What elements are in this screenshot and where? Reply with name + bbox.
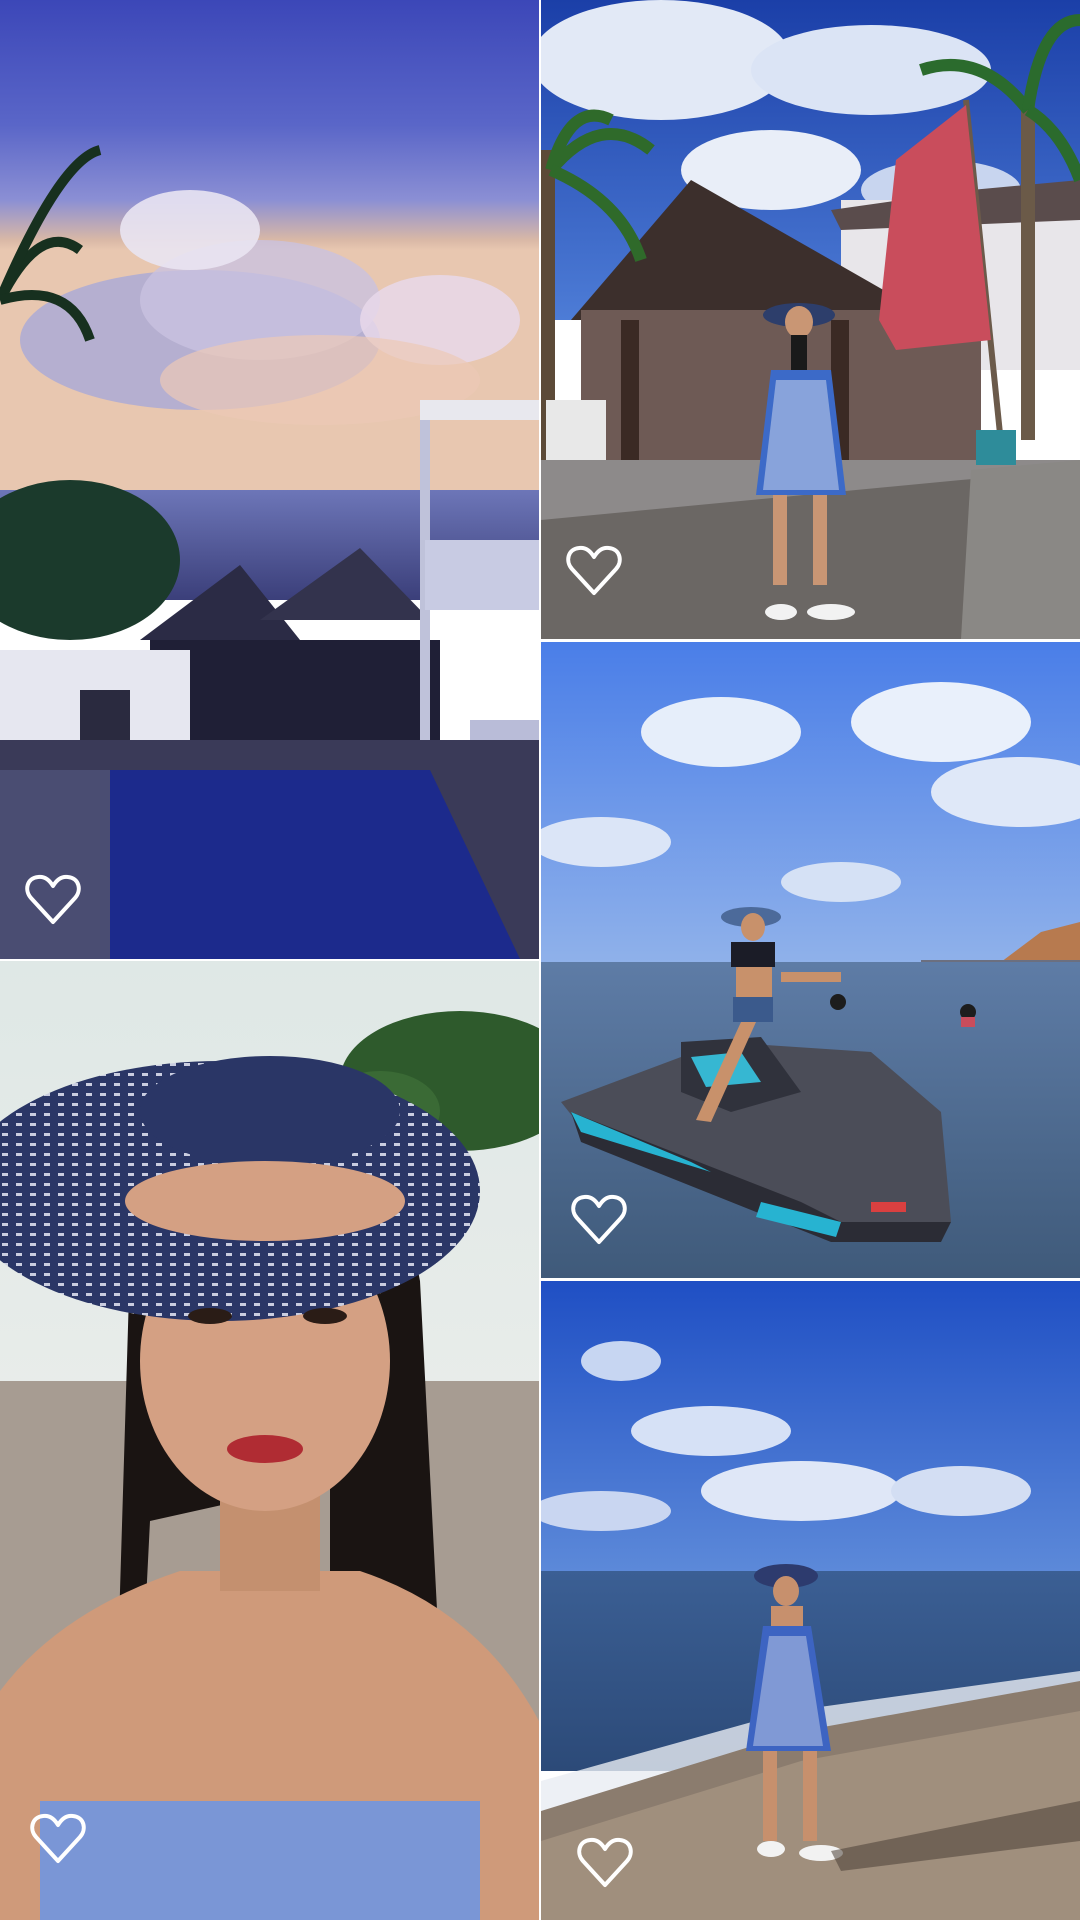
like-button[interactable] <box>23 870 83 930</box>
heart-outline-icon <box>30 1813 86 1863</box>
jet-ski-image <box>541 642 1080 1278</box>
photo-tile-woman-by-hut[interactable] <box>541 0 1080 639</box>
photo-tile-beach[interactable] <box>541 1281 1080 1920</box>
heart-outline-icon <box>577 1837 633 1887</box>
photo-tile-jet-ski[interactable] <box>541 642 1080 1278</box>
photo-tile-selfie[interactable] <box>0 961 539 1920</box>
selfie-image <box>0 961 539 1920</box>
heart-outline-icon <box>25 874 81 924</box>
like-button[interactable] <box>564 541 624 601</box>
like-button[interactable] <box>28 1809 88 1869</box>
heart-outline-icon <box>571 1194 627 1244</box>
resort-pool-image <box>0 0 539 959</box>
like-button[interactable] <box>569 1190 629 1250</box>
photo-tile-resort-pool[interactable] <box>0 0 539 959</box>
heart-outline-icon <box>566 545 622 595</box>
photo-grid <box>0 0 1080 1920</box>
like-button[interactable] <box>575 1833 635 1893</box>
beach-image <box>541 1281 1080 1920</box>
